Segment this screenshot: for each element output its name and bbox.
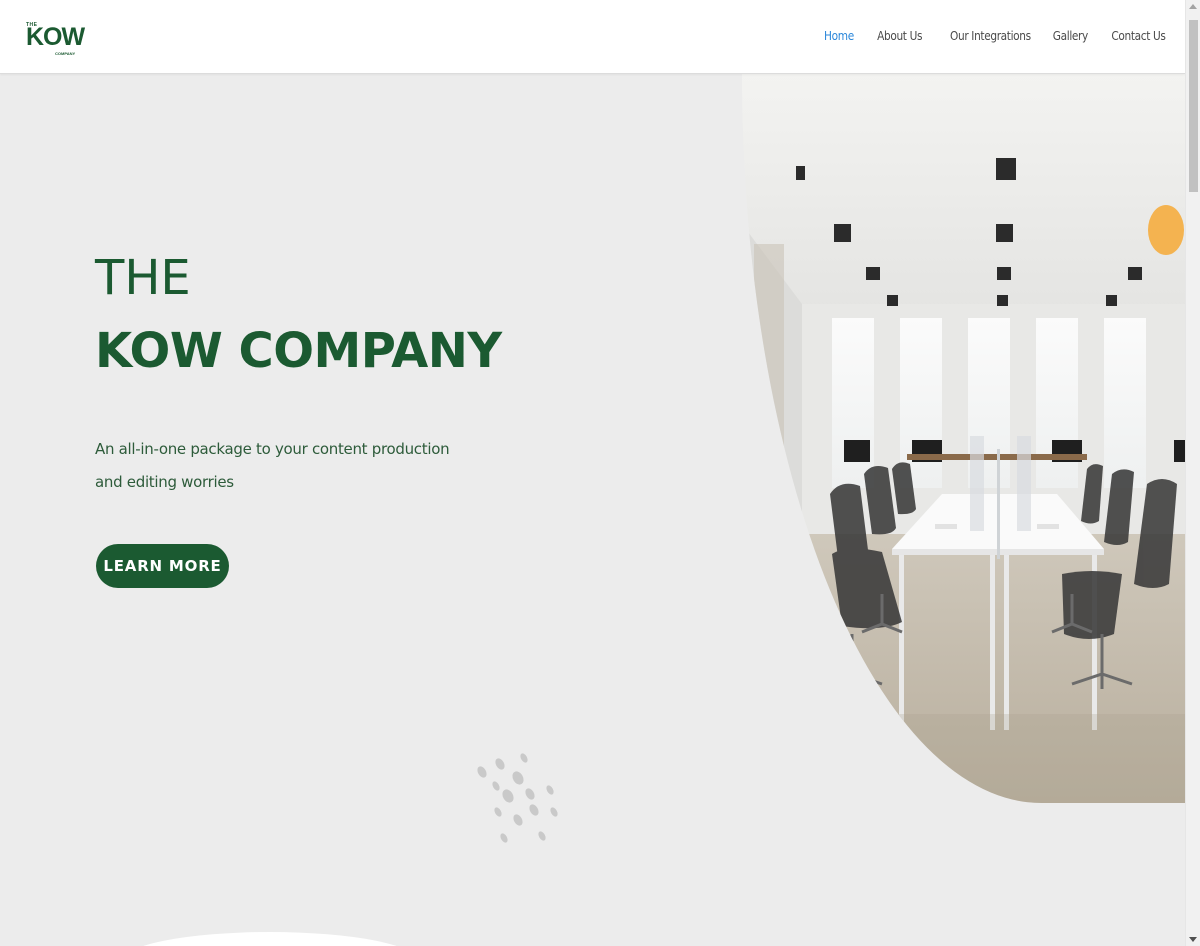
hero-title-line1: THE bbox=[95, 250, 191, 306]
office-hero-image bbox=[742, 74, 1185, 803]
main-nav: Home About Us Our Integrations Gallery C… bbox=[820, 29, 1167, 43]
logo-kow-text: KOW bbox=[26, 23, 85, 51]
learn-more-button[interactable]: LEARN MORE bbox=[96, 544, 229, 588]
site-header: THE KOW COMPANY Home About Us Our Integr… bbox=[0, 0, 1185, 74]
hero-title-bold: KOW bbox=[95, 323, 223, 379]
nav-our-integrations-link[interactable]: Our Integrations bbox=[950, 29, 1031, 43]
nav-about-us-link[interactable]: About Us bbox=[877, 29, 922, 43]
scroll-down-arrow-icon[interactable] bbox=[1189, 937, 1197, 942]
decorative-dots bbox=[477, 753, 558, 843]
decorative-orange-dot bbox=[1148, 205, 1184, 255]
hero-title-line2: KOW COMPANY bbox=[95, 323, 502, 379]
nav-home-link[interactable]: Home bbox=[824, 29, 854, 43]
nav-gallery-link[interactable]: Gallery bbox=[1052, 29, 1088, 43]
decorative-bottom-curve bbox=[120, 932, 420, 946]
logo-company-text: COMPANY bbox=[55, 51, 76, 56]
page-scrollbar[interactable] bbox=[1185, 0, 1200, 946]
kow-company-logo[interactable]: THE KOW COMPANY bbox=[24, 22, 85, 58]
scroll-up-arrow-icon[interactable] bbox=[1189, 4, 1197, 9]
hero-title-rest: COMPANY bbox=[222, 323, 503, 379]
nav-contact-us-link[interactable]: Contact Us bbox=[1112, 29, 1167, 43]
hero-title: THE KOW COMPANY bbox=[95, 250, 502, 379]
hero-subtitle: An all-in-one package to your content pr… bbox=[95, 440, 450, 491]
scrollbar-thumb[interactable] bbox=[1189, 20, 1198, 192]
